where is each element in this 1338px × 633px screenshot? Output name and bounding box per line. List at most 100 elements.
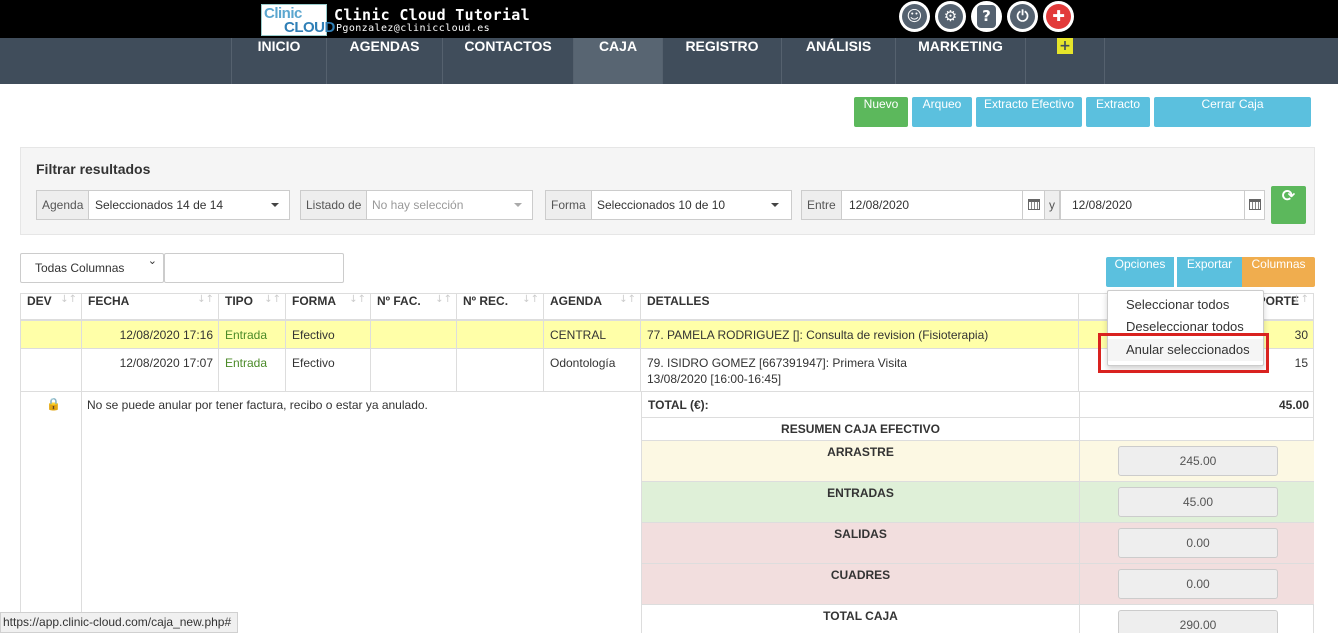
detalles-line: 13/08/2020 [16:00-16:45] xyxy=(647,372,782,386)
plus-icon: + xyxy=(1057,38,1073,55)
cuadres-value: 0.00 xyxy=(1118,569,1278,599)
col-header-fecha[interactable]: FECHA ↓↑ xyxy=(82,293,219,321)
cell-fecha: 12/08/2020 17:16 xyxy=(82,321,219,348)
status-bar-url: https://app.clinic-cloud.com/caja_new.ph… xyxy=(0,612,239,633)
cell-nrec xyxy=(457,349,544,391)
col-header-label: Nº REC. xyxy=(463,294,509,308)
nav-agendas[interactable]: AGENDAS xyxy=(326,38,442,84)
listado-label: Listado de xyxy=(301,191,368,219)
cell-forma: Efectivo xyxy=(286,349,371,391)
column-search-input[interactable] xyxy=(164,253,344,283)
top-bar: Clinic CLOUD Clinic Cloud Tutorial Pgonz… xyxy=(0,0,1338,38)
date-range-filter: Entre 12/08/2020 y 12/08/2020 xyxy=(801,190,1265,220)
columns-select[interactable]: Todas Columnas ⌄ xyxy=(20,253,164,283)
nav-contactos[interactable]: CONTACTOS xyxy=(442,38,573,84)
listado-filter[interactable]: Listado de No hay selección xyxy=(300,190,533,220)
cell-detalles: 79. ISIDRO GOMEZ [667391947]: Primera Vi… xyxy=(641,349,1079,391)
col-header-label: AGENDA xyxy=(550,294,603,308)
col-header-label: DEV xyxy=(27,294,52,308)
listado-select[interactable]: No hay selección xyxy=(361,191,463,219)
calendar-icon[interactable] xyxy=(1249,199,1261,210)
chevron-down-icon: ⌄ xyxy=(147,254,157,267)
col-header-agenda[interactable]: AGENDA ↓↑ xyxy=(544,293,641,321)
col-header-label: FECHA xyxy=(88,294,130,308)
help-icon[interactable]: ? xyxy=(971,1,1002,32)
face-icon[interactable]: ☺ xyxy=(899,1,930,32)
cell-nfac xyxy=(371,321,457,348)
agenda-label: Agenda xyxy=(37,191,90,219)
extracto-efectivo-button[interactable]: Extracto Efectivo xyxy=(976,97,1082,127)
total-caja-label: TOTAL CAJA xyxy=(642,605,1080,633)
col-header-forma[interactable]: FORMA ↓↑ xyxy=(286,293,371,321)
col-header-label: Nº FAC. xyxy=(377,294,421,308)
exportar-button[interactable]: Exportar xyxy=(1177,257,1242,287)
columns-select-value: Todas Columnas xyxy=(35,261,125,275)
col-header-dev[interactable]: DEV ↓↑ xyxy=(20,293,82,321)
opciones-button[interactable]: Opciones xyxy=(1106,257,1174,287)
logo-text-bottom: CLOUD xyxy=(284,19,335,36)
nuevo-button[interactable]: Nuevo xyxy=(854,97,908,127)
cerrar-caja-button[interactable]: Cerrar Caja xyxy=(1154,97,1311,127)
nav-caja[interactable]: CAJA xyxy=(573,38,662,84)
forma-label: Forma xyxy=(546,191,592,219)
cell-nrec xyxy=(457,321,544,348)
nav-analisis[interactable]: ANÁLISIS xyxy=(781,38,895,84)
app-title: Clinic Cloud Tutorial xyxy=(334,6,530,24)
col-header-label: TIPO xyxy=(225,294,254,308)
col-header-tipo[interactable]: TIPO ↓↑ xyxy=(219,293,286,321)
power-icon[interactable]: ⏻ xyxy=(1007,1,1038,32)
alert-icon[interactable]: ✚ xyxy=(1043,1,1074,32)
user-email: Pgonzalez@cliniccloud.es xyxy=(336,23,491,34)
table-border xyxy=(20,392,21,633)
agenda-filter[interactable]: Agenda Seleccionados 14 de 14 xyxy=(36,190,290,220)
arrastre-label: ARRASTRE xyxy=(642,441,1080,481)
refresh-icon: ⟳ xyxy=(1281,186,1296,205)
lock-icon: 🔒 xyxy=(46,397,61,411)
chevron-down-icon xyxy=(271,203,279,207)
detalles-line: 79. ISIDRO GOMEZ [667391947]: Primera Vi… xyxy=(647,356,907,370)
entradas-label: ENTRADAS xyxy=(642,482,1080,522)
nav-marketing[interactable]: MARKETING xyxy=(895,38,1025,84)
cell-forma: Efectivo xyxy=(286,321,371,348)
highlight-annotation xyxy=(1098,333,1269,373)
clinic-cloud-logo[interactable]: Clinic CLOUD xyxy=(261,4,335,36)
cell-nfac xyxy=(371,349,457,391)
nav-inicio[interactable]: INICIO xyxy=(231,38,326,84)
col-header-detalles[interactable]: DETALLES xyxy=(641,293,1079,321)
total-caja-value: 290.00 xyxy=(1118,610,1278,633)
y-label: y xyxy=(1044,191,1060,219)
col-header-nrec[interactable]: Nº REC. ↓↑ xyxy=(457,293,544,321)
nav-add[interactable]: + xyxy=(1025,38,1105,84)
cell-agenda: CENTRAL xyxy=(544,321,641,348)
forma-select[interactable]: Seleccionados 10 de 10 xyxy=(586,191,725,219)
gear-icon[interactable]: ⚙ xyxy=(935,1,966,32)
forma-filter[interactable]: Forma Seleccionados 10 de 10 xyxy=(545,190,792,220)
cell-detalles: 77. PAMELA RODRIGUEZ []: Consulta de rev… xyxy=(641,321,1079,348)
cuadres-label: CUADRES xyxy=(642,564,1080,604)
sort-icon: ↓↑ xyxy=(435,294,452,305)
total-row: TOTAL (€): 45.00 xyxy=(641,392,1314,418)
entre-label: Entre xyxy=(802,191,842,219)
sort-icon: ↓↑ xyxy=(197,294,214,305)
sort-icon: ↓↑ xyxy=(60,294,77,305)
entradas-row: ENTRADAS 45.00 xyxy=(641,482,1314,523)
sort-icon: ↓↑ xyxy=(264,294,281,305)
calendar-icon[interactable] xyxy=(1028,199,1040,210)
refresh-button[interactable]: ⟳ xyxy=(1271,186,1306,224)
total-value: 45.00 xyxy=(1278,398,1309,412)
total-label: TOTAL (€): xyxy=(642,392,1080,417)
arqueo-button[interactable]: Arqueo xyxy=(912,97,972,127)
sort-icon: ↓↑ xyxy=(349,294,366,305)
date-to-input[interactable]: 12/08/2020 xyxy=(1060,191,1245,219)
date-from-input[interactable]: 12/08/2020 xyxy=(838,191,1023,219)
arrastre-row: ARRASTRE 245.00 xyxy=(641,441,1314,482)
extracto-button[interactable]: Extracto xyxy=(1086,97,1150,127)
cell-tipo: Entrada xyxy=(219,321,286,348)
summary-title: RESUMEN CAJA EFECTIVO xyxy=(642,418,1080,440)
cell-dev xyxy=(21,349,82,391)
menu-item-seleccionar-todos[interactable]: Seleccionar todos xyxy=(1108,294,1263,316)
agenda-select[interactable]: Seleccionados 14 de 14 xyxy=(84,191,223,219)
columnas-button[interactable]: Columnas xyxy=(1242,257,1315,287)
nav-registro[interactable]: REGISTRO xyxy=(662,38,781,84)
col-header-nfac[interactable]: Nº FAC. ↓↑ xyxy=(371,293,457,321)
